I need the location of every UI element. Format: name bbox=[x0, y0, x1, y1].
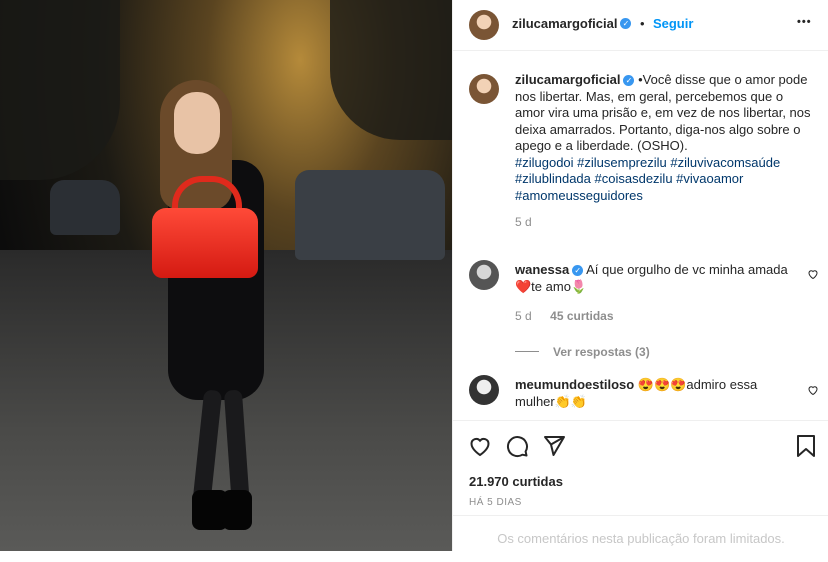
comment-icon[interactable] bbox=[505, 434, 529, 458]
car-left bbox=[50, 180, 120, 235]
replies-line bbox=[515, 351, 539, 353]
verified-badge-icon: ✓ bbox=[620, 18, 632, 30]
red-handbag bbox=[152, 208, 258, 278]
avatar[interactable] bbox=[469, 10, 499, 40]
heart-icon[interactable] bbox=[468, 434, 492, 458]
header-username[interactable]: zilucamargoficial bbox=[512, 16, 617, 31]
view-replies[interactable]: Ver respostas (3) bbox=[515, 343, 795, 361]
avatar[interactable] bbox=[469, 375, 499, 405]
caption-time[interactable]: 5 d bbox=[515, 214, 815, 231]
car-right bbox=[295, 170, 445, 260]
share-icon[interactable] bbox=[542, 434, 566, 458]
comment-meta: 5 d 45 curtidas bbox=[515, 307, 795, 325]
comment-username[interactable]: wanessa bbox=[515, 262, 569, 277]
tree-silhouette bbox=[330, 0, 452, 140]
comment: meumundoestiloso 😍😍😍admiro essa mulher👏👏 bbox=[515, 377, 795, 410]
tree-silhouette bbox=[0, 0, 120, 180]
post-date[interactable]: HÁ 5 DIAS bbox=[469, 497, 522, 508]
post-caption: zilucamargoficial ✓ •Você disse que o amo… bbox=[515, 72, 815, 231]
header-user: zilucamargoficial ✓ • Seguir bbox=[512, 15, 693, 33]
comment: wanessa ✓ Aí que orgulho de vc minha amad… bbox=[515, 262, 795, 361]
separator-dot: • bbox=[639, 16, 645, 31]
caption-hashtags[interactable]: #zilugodoi #zilusemprezilu #ziluvivacoms… bbox=[515, 155, 815, 205]
bookmark-icon[interactable] bbox=[795, 434, 817, 458]
post-photo[interactable] bbox=[0, 0, 452, 551]
view-replies-label[interactable]: Ver respostas (3) bbox=[553, 345, 650, 359]
caption-username[interactable]: zilucamargoficial bbox=[515, 72, 620, 87]
verified-badge-icon: ✓ bbox=[572, 265, 584, 277]
boot bbox=[222, 490, 252, 530]
woman-face bbox=[174, 92, 220, 154]
avatar[interactable] bbox=[469, 260, 499, 290]
comment-body: wanessa ✓ Aí que orgulho de vc minha amad… bbox=[515, 262, 795, 295]
avatar[interactable] bbox=[469, 74, 499, 104]
more-options-icon[interactable]: ••• bbox=[797, 16, 812, 28]
heart-icon[interactable] bbox=[807, 384, 819, 396]
post-likes[interactable]: 21.970 curtidas bbox=[469, 474, 563, 489]
heart-icon[interactable] bbox=[807, 268, 819, 280]
comment-username[interactable]: meumundoestiloso bbox=[515, 377, 634, 392]
post-header: zilucamargoficial ✓ • Seguir ••• bbox=[453, 0, 828, 51]
comment-time[interactable]: 5 d bbox=[515, 309, 532, 323]
post-side-panel: zilucamargoficial ✓ • Seguir ••• zilucama… bbox=[452, 0, 828, 551]
verified-badge-icon: ✓ bbox=[623, 75, 635, 87]
comment-likes[interactable]: 45 curtidas bbox=[550, 309, 613, 323]
comments-limited-notice: Os comentários nesta publicação foram li… bbox=[453, 515, 828, 552]
follow-button[interactable]: Seguir bbox=[653, 16, 693, 31]
